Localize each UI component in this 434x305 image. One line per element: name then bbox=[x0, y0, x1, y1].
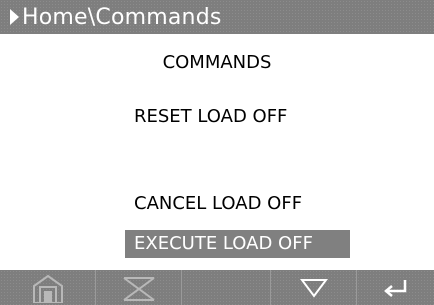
down-arrow-icon bbox=[299, 278, 328, 298]
enter-softkey[interactable] bbox=[357, 270, 434, 305]
down-softkey[interactable] bbox=[271, 270, 356, 305]
enter-icon bbox=[383, 279, 406, 297]
title-bar: Home\Commands bbox=[0, 0, 434, 34]
command-execute-load-off[interactable]: EXECUTE LOAD OFF bbox=[125, 230, 350, 258]
command-reset-load-off[interactable]: RESET LOAD OFF bbox=[134, 106, 287, 127]
scroll-softkey[interactable] bbox=[96, 270, 181, 305]
scroll-up-down-icon bbox=[122, 276, 155, 301]
softkey-bar bbox=[0, 270, 434, 305]
breadcrumb: Home\Commands bbox=[22, 4, 222, 30]
breadcrumb-arrow-icon bbox=[10, 9, 19, 25]
command-cancel-load-off[interactable]: CANCEL LOAD OFF bbox=[134, 193, 302, 214]
home-icon bbox=[32, 274, 63, 303]
blank-softkey[interactable] bbox=[182, 270, 270, 305]
page-title: COMMANDS bbox=[162, 52, 272, 73]
home-softkey[interactable] bbox=[0, 270, 95, 305]
